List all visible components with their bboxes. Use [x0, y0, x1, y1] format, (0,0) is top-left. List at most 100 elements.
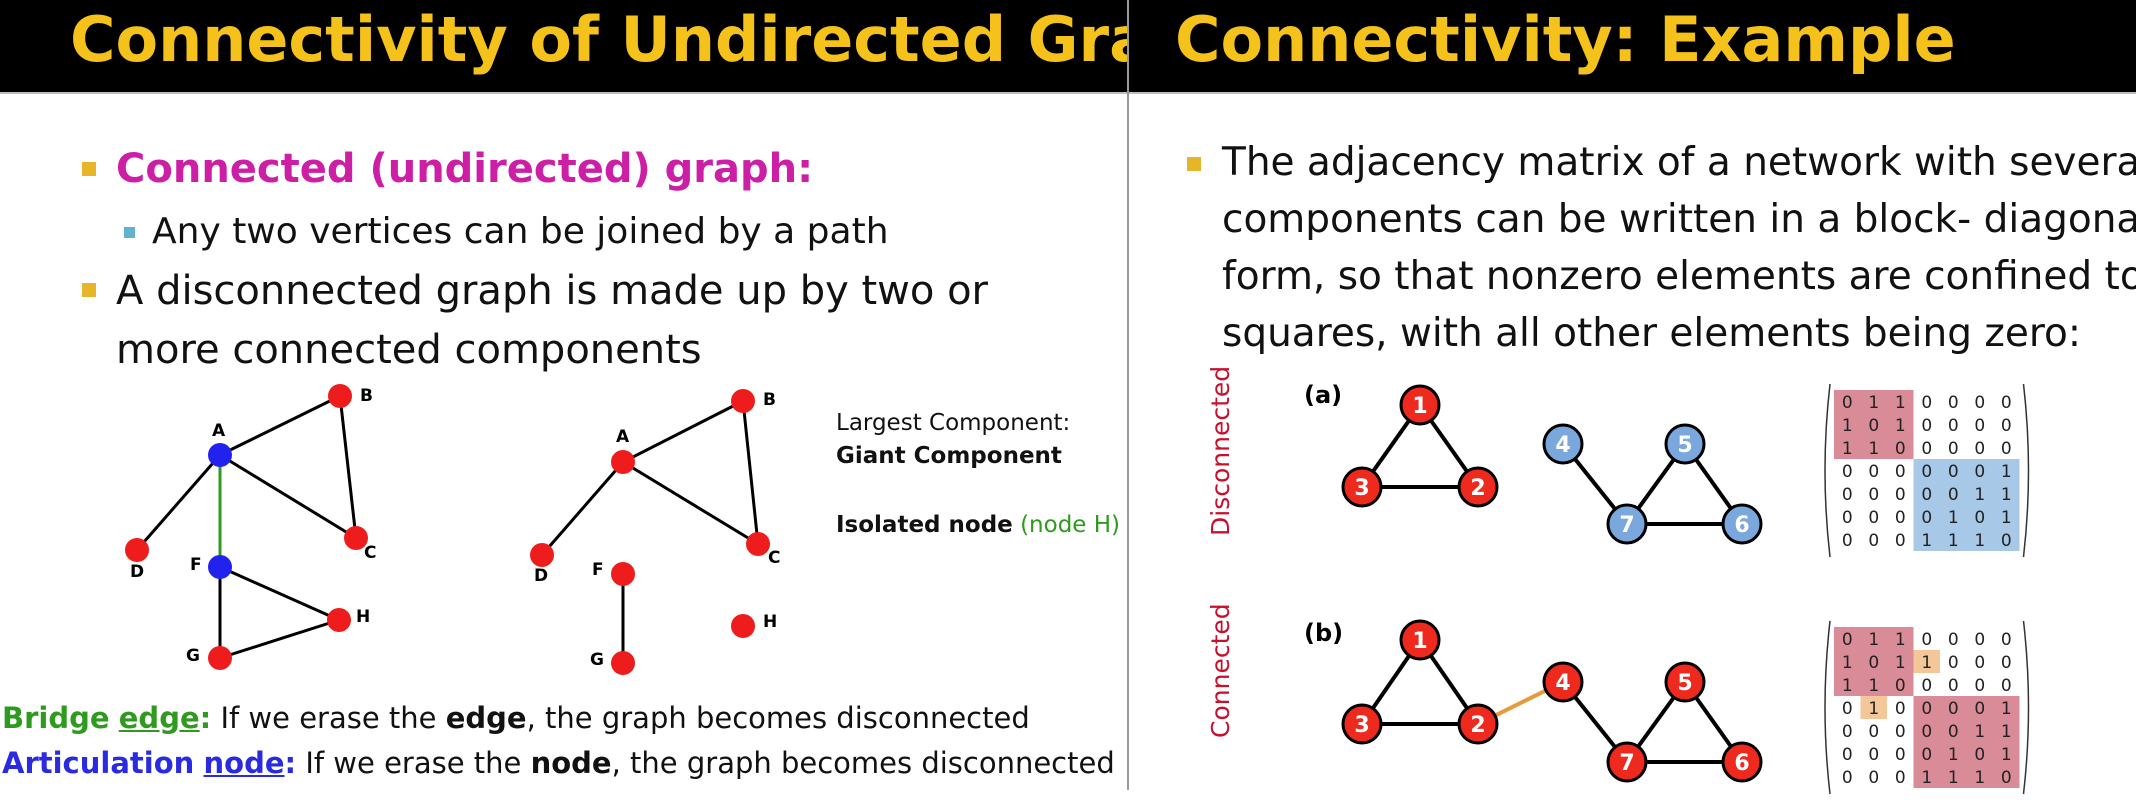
graph-with-bridge: A B C D F G H	[125, 384, 376, 670]
matrix-cell: 0	[1948, 699, 1959, 719]
matrix-cell: 1	[1895, 416, 1906, 436]
matrix-cell: 0	[1842, 630, 1853, 650]
matrix-cell: 1	[1842, 416, 1853, 436]
matrix-cell: 0	[1921, 676, 1932, 696]
matrix-bracket-left	[1824, 620, 1831, 795]
node-label: D	[130, 562, 144, 582]
node-h-isolated	[731, 614, 755, 638]
matrix-disconnected: 0 1 1 0 0 0 01 0 1 0 0 0 01 1 0 0 0 0 00 0 0 0 0 0 10 0 0 0 0 1 10 0 0 0 1…	[1824, 383, 2030, 558]
matrix-bracket-right	[2022, 620, 2030, 795]
node-label: G	[186, 646, 200, 666]
node-label: A	[616, 427, 630, 447]
matrix-cell: 0	[1842, 508, 1853, 528]
matrix-cell: 0	[1974, 508, 1985, 528]
graph-node-label: 6	[1734, 751, 1749, 776]
giant-component-label: Giant Component	[836, 443, 1062, 469]
node-b	[731, 389, 755, 413]
matrix-bracket-left	[1824, 383, 1831, 558]
matrix-cell: 1	[1895, 393, 1906, 413]
matrix-cell: 1	[1948, 508, 1959, 528]
matrix-cell: 0	[1921, 439, 1932, 459]
matrix-cell: 0	[1895, 768, 1906, 788]
graph-node-label: 1	[1412, 394, 1427, 419]
matrix-cell: 0	[1842, 531, 1853, 551]
graph-node-label: 3	[1354, 476, 1369, 501]
node-label: B	[360, 386, 373, 406]
graph-node-label: 5	[1677, 433, 1692, 458]
matrix-cell: 0	[1895, 699, 1906, 719]
matrix-cell: 1	[1921, 653, 1932, 673]
matrix-cell: 0	[1974, 653, 1985, 673]
matrix-cell: 0	[1974, 462, 1985, 482]
node-label: H	[356, 607, 370, 627]
isolated-node-note: (node H)	[1020, 512, 1121, 538]
node-h	[327, 608, 351, 632]
articulation-definition: Articulation node: If we erase the node,…	[2, 743, 1115, 783]
side-label-connected: Connected	[1206, 603, 1235, 738]
articulation-term-underlined: node	[203, 746, 285, 780]
panel-label-b: (b)	[1304, 619, 1343, 647]
matrix-cell: 0	[1948, 485, 1959, 505]
node-f	[611, 562, 635, 586]
matrix-cell: 0	[1948, 439, 1959, 459]
matrix-cell: 1	[1948, 745, 1959, 765]
matrix-cell: 0	[2001, 393, 2012, 413]
slide-right: Connectivity: Example The adjacency matr…	[1129, 0, 2136, 808]
matrix-cell: 0	[1842, 485, 1853, 505]
matrix-cell: 0	[1868, 722, 1879, 742]
matrix-cell: 0	[1842, 393, 1853, 413]
articulation-text-pre: If we erase the	[296, 746, 531, 780]
isolated-node-caption: Isolated node (node H)	[836, 510, 1120, 540]
matrix-cell: 1	[1895, 653, 1906, 673]
matrix-cell: 0	[1948, 676, 1959, 696]
node-d	[125, 538, 149, 562]
matrix-cell: 0	[1868, 508, 1879, 528]
matrix-cell: 0	[2001, 630, 2012, 650]
matrix-cell: 0	[2001, 439, 2012, 459]
matrix-cell: 0	[1895, 531, 1906, 551]
matrix-cell: 1	[1842, 439, 1853, 459]
node-a	[611, 450, 635, 474]
matrix-cell: 1	[2001, 462, 2012, 482]
articulation-text-post: , the graph becomes disconnected	[611, 746, 1115, 780]
matrix-cell: 1	[1921, 768, 1932, 788]
matrix-cell: 0	[1921, 699, 1932, 719]
matrix-cell: 1	[1974, 768, 1985, 788]
node-label: C	[768, 548, 780, 568]
matrix-cell: 0	[1921, 508, 1932, 528]
matrix-cell: 0	[1921, 722, 1932, 742]
node-a-articulation	[208, 443, 232, 467]
matrix-cell: 0	[1868, 531, 1879, 551]
matrix-cell: 0	[1921, 745, 1932, 765]
adjacency-figure: Disconnected Connected (a) (b) 1 2 3 4 5 6 7 1 2…	[1206, 366, 2030, 795]
node-g	[208, 646, 232, 670]
node-c	[746, 532, 770, 556]
graph-node-label: 1	[1412, 629, 1427, 654]
matrix-cell: 0	[1868, 768, 1879, 788]
matrix-cell: 0	[1974, 416, 1985, 436]
matrix-cell: 0	[1948, 722, 1959, 742]
matrix-cell: 0	[1868, 653, 1879, 673]
matrix-cell: 0	[1921, 416, 1932, 436]
slide-left: Connectivity of Undirected Graphs Connec…	[0, 0, 1127, 808]
matrix-cell: 1	[2001, 722, 2012, 742]
articulation-colon: :	[284, 746, 297, 780]
matrix-cell: 0	[1868, 416, 1879, 436]
matrix-cell: 1	[1974, 722, 1985, 742]
graph-node-label: 4	[1555, 671, 1570, 696]
articulation-term: Articulation	[2, 746, 195, 780]
matrix-cell: 1	[2001, 745, 2012, 765]
matrix-cell: 0	[1974, 439, 1985, 459]
graph-node-label: 3	[1354, 713, 1369, 738]
graph-figures: A B C D F G H A B C D F G H	[125, 384, 780, 675]
matrix-cell: 0	[2001, 531, 2012, 551]
bridge-definition: Bridge edge: If we erase the edge, the g…	[2, 698, 1030, 738]
matrix-cell: 0	[1921, 393, 1932, 413]
matrix-cell: 1	[1868, 630, 1879, 650]
bridge-text-post: , the graph becomes disconnected	[526, 701, 1030, 735]
matrix-cell: 1	[1974, 531, 1985, 551]
bridge-term: Bridge	[2, 701, 110, 735]
matrix-cell: 1	[1842, 676, 1853, 696]
node-b	[328, 384, 352, 408]
matrix-cell: 1	[1895, 630, 1906, 650]
